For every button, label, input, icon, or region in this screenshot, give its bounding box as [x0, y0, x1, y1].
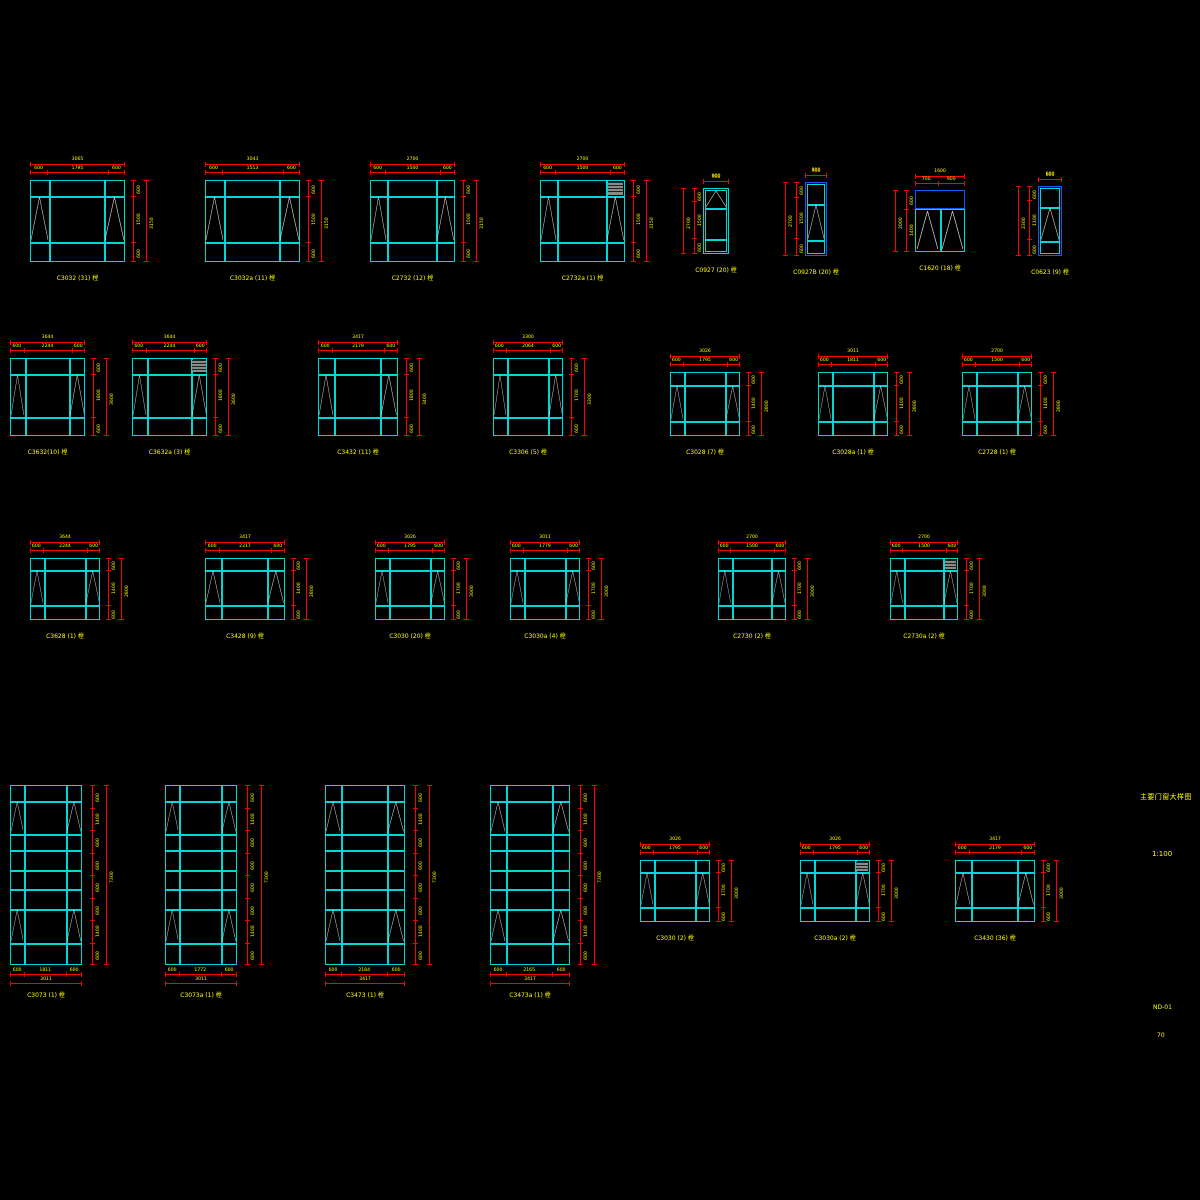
mullion-vertical: [971, 860, 973, 922]
dimension-line-total-v: [1056, 860, 1057, 922]
dimension-tick: [1053, 860, 1059, 861]
dimension-tick: [1034, 849, 1035, 855]
dimension-tick: [1040, 921, 1046, 922]
dimension-tick: [969, 849, 971, 855]
sheet-title: 主要门窗大样图: [1140, 793, 1192, 801]
dimension-tick: [1040, 860, 1046, 861]
dimension-text-segment-v: 600: [1046, 863, 1052, 873]
dimension-text-segment: 2179: [989, 845, 1001, 851]
dimension-tick: [1040, 907, 1046, 909]
dimension-text-segment-v: 1700: [1046, 884, 1052, 896]
dimension-line-segments: [955, 852, 1035, 853]
dimension-text-segment: 600: [957, 845, 967, 851]
dimension-line-segments-v: [1043, 860, 1044, 922]
mullion-horizontal: [955, 907, 1035, 910]
window-detail-w28[interactable]: 3417 600 2179 600 3000 600 1700 600 C3430 (36) 樘: [0, 0, 1200, 1200]
casement-open-symbol: [956, 873, 970, 906]
page-number: 70: [1157, 1032, 1165, 1039]
sheet-scale: 1:100: [1152, 850, 1173, 858]
dimension-tick: [1053, 921, 1059, 922]
dimension-text-overall-v: 3000: [1059, 887, 1065, 899]
drawing-canvas: 3065 600 1795 600 3150 600 1500 600 C3032 (31) 樘…: [0, 0, 1200, 1200]
dimension-line-total: [955, 844, 1035, 845]
dimension-text-segment-v: 600: [1046, 911, 1052, 921]
drawing-number: ND-01: [1153, 1004, 1172, 1011]
dimension-tick: [1040, 872, 1046, 874]
dimension-text-overall: 3417: [989, 837, 1001, 842]
casement-open-symbol: [1018, 873, 1034, 906]
window-tag-label[interactable]: C3430 (36) 樘: [925, 936, 1065, 942]
dimension-text-segment: 600: [1023, 845, 1033, 851]
